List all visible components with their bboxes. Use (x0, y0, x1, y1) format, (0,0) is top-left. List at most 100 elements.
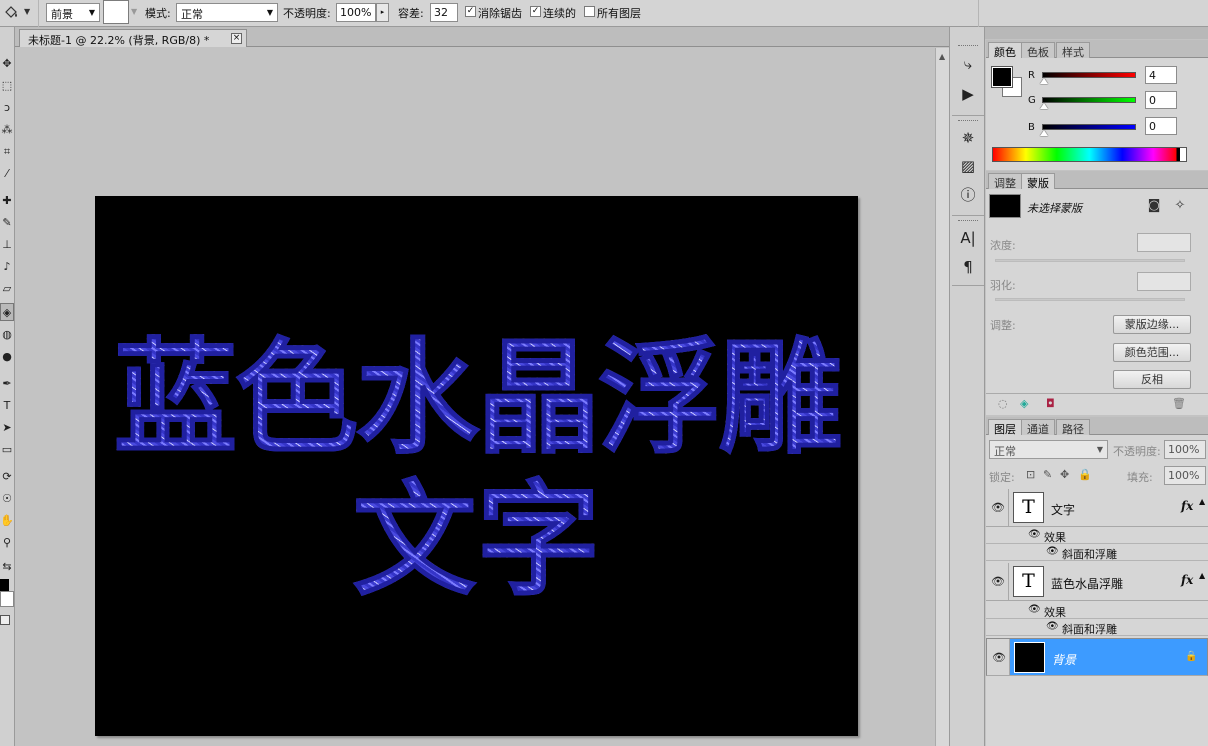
density-input[interactable] (1137, 233, 1191, 252)
vector-mask-icon[interactable]: ✧ (1172, 198, 1188, 214)
pen-tool-icon[interactable]: ✒ (0, 375, 14, 393)
red-slider-thumb[interactable] (1040, 78, 1048, 84)
eye-icon[interactable]: 👁 (1028, 529, 1041, 540)
scroll-up-icon[interactable]: ▲ (1199, 571, 1205, 580)
layer-blend-mode-select[interactable]: 正常 ▼ (989, 440, 1108, 459)
blue-value-input[interactable]: 0 (1145, 117, 1177, 135)
blend-mode-select[interactable]: 正常 ▼ (176, 3, 278, 22)
scroll-up-icon[interactable]: ▲ (939, 52, 945, 61)
navigator-icon[interactable]: ✵ (958, 128, 978, 148)
mask-edge-button[interactable]: 蒙版边缘... (1113, 315, 1191, 334)
eye-icon[interactable]: 👁 (992, 651, 1006, 665)
red-value-input[interactable]: 4 (1145, 66, 1177, 84)
tab-masks[interactable]: 蒙版 (1021, 173, 1055, 190)
pattern-picker[interactable] (103, 0, 129, 24)
dodge-tool-icon[interactable]: ● (0, 348, 14, 366)
dock-grip[interactable] (958, 120, 978, 123)
pixel-mask-icon[interactable]: ◙ (1146, 198, 1162, 214)
tab-channels[interactable]: 通道 (1021, 419, 1055, 436)
blur-tool-icon[interactable]: ◍ (0, 326, 14, 344)
density-slider[interactable] (995, 259, 1185, 262)
foreground-color-swatch[interactable] (991, 66, 1013, 88)
character-icon[interactable]: A| (958, 228, 978, 248)
fill-source-select[interactable]: 前景 ▼ (46, 3, 100, 22)
fx-icon[interactable]: fx (1181, 499, 1193, 513)
paragraph-icon[interactable]: ¶ (958, 257, 978, 277)
hand-tool-icon[interactable]: ✋ (0, 512, 14, 530)
red-slider[interactable] (1042, 72, 1136, 78)
document-tab[interactable]: 未标题-1 @ 22.2% (背景, RGB/8) * × (19, 29, 247, 47)
tab-layers[interactable]: 图层 (988, 419, 1022, 436)
effect-item-row[interactable]: 👁 斜面和浮雕 (986, 545, 1208, 561)
tab-adjustments[interactable]: 调整 (988, 173, 1022, 190)
contiguous-checkbox[interactable]: ✓ (530, 6, 541, 17)
green-value-input[interactable]: 0 (1145, 91, 1177, 109)
fx-icon[interactable]: fx (1181, 573, 1193, 587)
fill-input[interactable]: 100% (1164, 466, 1206, 485)
type-tool-icon[interactable]: T (0, 397, 14, 415)
tab-paths[interactable]: 路径 (1056, 419, 1090, 436)
tab-styles[interactable]: 样式 (1056, 42, 1090, 59)
tool-preset-caret-icon[interactable]: ▼ (24, 7, 30, 16)
color-range-button[interactable]: 颜色范围... (1113, 343, 1191, 362)
dock-grip[interactable] (958, 45, 978, 48)
invert-button[interactable]: 反相 (1113, 370, 1191, 389)
scroll-up-icon[interactable]: ▲ (1199, 497, 1205, 506)
opacity-input[interactable]: 100% (336, 3, 376, 22)
layer-row[interactable]: 👁 T 文字 fx ▲ (986, 489, 1208, 527)
layer-row[interactable]: 👁 T 蓝色水晶浮雕 fx ▲ (986, 563, 1208, 601)
color-spectrum-bar[interactable] (992, 147, 1187, 162)
tab-color[interactable]: 颜色 (988, 42, 1022, 59)
tolerance-input[interactable]: 32 (430, 3, 458, 22)
blue-slider-thumb[interactable] (1040, 130, 1048, 136)
pattern-caret-icon[interactable]: ▼ (131, 7, 137, 16)
tab-swatches[interactable]: 色板 (1021, 42, 1055, 59)
3d-rotate-tool-icon[interactable]: ⟳ (0, 468, 14, 486)
apply-mask-icon[interactable]: ◈ (1020, 397, 1028, 410)
layer-opacity-input[interactable]: 100% (1164, 440, 1206, 459)
load-selection-icon[interactable]: ◌ (998, 397, 1008, 410)
eye-icon[interactable]: 👁 (1046, 621, 1059, 632)
dock-grip[interactable] (958, 220, 978, 223)
close-icon[interactable]: × (231, 33, 242, 44)
history-icon[interactable]: ⤷ (958, 54, 978, 74)
layer-row-selected[interactable]: 👁 背景 🔒 (986, 638, 1208, 676)
eye-icon[interactable]: 👁 (1046, 546, 1059, 557)
eyedropper-tool-icon[interactable]: ⁄ (0, 165, 14, 183)
marquee-tool-icon[interactable]: ⬚ (0, 77, 14, 95)
disable-mask-icon[interactable]: ◘ (1046, 397, 1055, 410)
lock-position-icon[interactable]: ✥ (1060, 468, 1069, 481)
effects-row[interactable]: 👁 效果 (986, 528, 1208, 544)
magic-wand-tool-icon[interactable]: ⁂ (0, 121, 14, 139)
document-canvas[interactable]: 蓝色水晶浮雕 文字 (95, 196, 858, 736)
opacity-slider-toggle[interactable]: ▸ (376, 3, 389, 22)
green-slider-thumb[interactable] (1040, 103, 1048, 109)
feather-input[interactable] (1137, 272, 1191, 291)
crop-tool-icon[interactable]: ⌗ (0, 143, 14, 161)
clone-stamp-tool-icon[interactable]: ⊥ (0, 236, 14, 254)
eye-icon[interactable]: 👁 (1028, 604, 1041, 615)
paint-bucket-icon[interactable] (2, 3, 20, 21)
eye-icon[interactable]: 👁 (991, 575, 1005, 589)
move-tool-icon[interactable]: ✥ (0, 55, 14, 73)
background-color-swatch[interactable] (0, 591, 14, 607)
healing-brush-tool-icon[interactable]: ✚ (0, 192, 14, 210)
blue-slider[interactable] (1042, 124, 1136, 130)
delete-mask-icon[interactable]: 🗑 (1172, 397, 1186, 410)
eraser-tool-icon[interactable]: ▱ (0, 280, 14, 298)
effects-row[interactable]: 👁 效果 (986, 603, 1208, 619)
effect-item-row[interactable]: 👁 斜面和浮雕 (986, 620, 1208, 636)
panel-collapse-strip[interactable]: ◂◂ (949, 26, 1208, 39)
green-slider[interactable] (1042, 97, 1136, 103)
lock-pixels-icon[interactable]: ✎ (1043, 468, 1052, 481)
paint-bucket-tool-icon[interactable]: ◈ (0, 303, 14, 321)
lock-transparency-icon[interactable]: ⊡ (1026, 468, 1035, 481)
quick-mask-icon[interactable] (0, 615, 10, 625)
vertical-scrollbar[interactable]: ▲ (935, 48, 949, 746)
3d-orbit-tool-icon[interactable]: ☉ (0, 490, 14, 508)
eye-icon[interactable]: 👁 (991, 501, 1005, 515)
swap-colors-icon[interactable]: ⇆ (0, 558, 14, 576)
histogram-icon[interactable]: ▨ (958, 156, 978, 176)
anti-alias-checkbox[interactable]: ✓ (465, 6, 476, 17)
lock-all-icon[interactable]: 🔒 (1078, 468, 1092, 481)
